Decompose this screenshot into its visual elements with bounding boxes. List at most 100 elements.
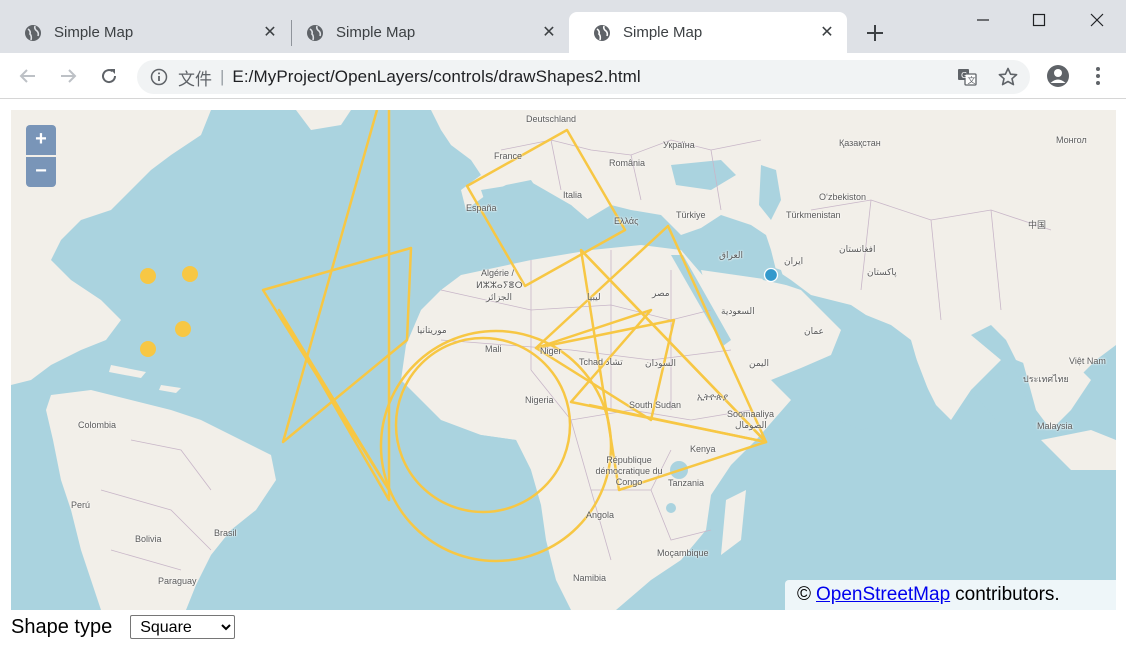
- maximize-icon: [1032, 13, 1046, 27]
- map-label: Angola: [586, 510, 615, 520]
- minimize-button[interactable]: [960, 6, 1006, 34]
- map-label: România: [609, 158, 646, 168]
- map-viewport[interactable]: Deutschland Україна Қазақстан Монгол Fra…: [11, 110, 1116, 610]
- url-scheme-label: 文件: [178, 69, 212, 89]
- map-label: Paraguay: [158, 576, 197, 586]
- map-label: الجزائر: [486, 292, 512, 302]
- forward-button[interactable]: [55, 63, 81, 89]
- map-label: افغانستان: [839, 244, 876, 254]
- info-icon[interactable]: [150, 68, 168, 86]
- map-label: Türkmenistan: [786, 210, 841, 220]
- zoom-in-button[interactable]: +: [26, 125, 56, 155]
- browser-toolbar: 文件 | E:/MyProject/OpenLayers/controls/dr…: [0, 53, 1126, 99]
- map-label: Tanzania: [668, 478, 705, 488]
- map-label: Nigeria: [525, 395, 554, 405]
- map-label: France: [494, 151, 523, 161]
- map-label: Moçambique: [657, 548, 709, 558]
- map-label: ኢትዮጵያ: [697, 392, 729, 402]
- map-label: الصومال: [735, 420, 767, 430]
- map-label: Malaysia: [1037, 421, 1073, 431]
- map-label: Niger: [540, 346, 562, 356]
- map-label: Монгол: [1056, 135, 1087, 145]
- translate-icon[interactable]: G文: [957, 67, 977, 87]
- map-label: O‘zbekiston: [819, 192, 867, 202]
- map-label: ประเทศไทย: [1023, 374, 1069, 384]
- arrow-left-icon: [19, 69, 35, 83]
- tab-title: Simple Map: [623, 24, 703, 41]
- browser-tab[interactable]: Simple Map ✕: [282, 12, 569, 53]
- star-icon[interactable]: [997, 66, 1019, 88]
- map-label: ليبيا: [587, 292, 601, 302]
- shape-type-select[interactable]: Square: [130, 615, 236, 639]
- map-label: العراق: [719, 250, 744, 260]
- arrow-right-icon: [61, 69, 77, 83]
- close-icon: [1090, 13, 1104, 27]
- map-label: السعودية: [721, 306, 755, 316]
- svg-text:G: G: [961, 71, 967, 80]
- profile-avatar-icon[interactable]: [1046, 64, 1070, 88]
- tab-strip: Simple Map ✕ Simple Map ✕ Simple Map ✕: [0, 0, 1126, 53]
- map-label: Algérie /: [481, 268, 515, 278]
- minimize-icon: [977, 19, 989, 21]
- map-label: Colombia: [78, 420, 117, 430]
- zoom-out-button[interactable]: −: [26, 157, 56, 187]
- address-bar[interactable]: 文件 | E:/MyProject/OpenLayers/controls/dr…: [137, 60, 1030, 94]
- map-label: Україна: [663, 140, 695, 150]
- browser-tab[interactable]: Simple Map ✕: [0, 12, 290, 53]
- tab-title: Simple Map: [54, 24, 134, 41]
- map-label: عمان: [804, 326, 824, 336]
- attribution-suffix: contributors.: [955, 584, 1060, 605]
- map-label: موريتانيا: [417, 325, 447, 335]
- back-button[interactable]: [15, 63, 41, 89]
- map-label: ایران: [784, 256, 804, 266]
- new-tab-button[interactable]: [862, 20, 888, 46]
- map-label: Việt Nam: [1069, 356, 1106, 366]
- map-label: ⵍⵣⵣⴰⵢⴻⵔ: [476, 280, 523, 290]
- tab-close-icon[interactable]: ✕: [819, 24, 835, 41]
- tab-close-icon[interactable]: ✕: [541, 24, 557, 41]
- shape-type-form: Shape type Square: [11, 612, 236, 642]
- tab-close-icon[interactable]: ✕: [262, 24, 278, 41]
- plus-icon: [867, 25, 883, 41]
- globe-icon: [25, 24, 41, 41]
- location-marker: [763, 267, 779, 283]
- url-separator: |: [220, 67, 225, 86]
- map-label: Deutschland: [526, 114, 577, 124]
- map-label: Türkiye: [676, 210, 706, 220]
- map-label: South Sudan: [629, 400, 682, 410]
- globe-icon: [594, 24, 610, 41]
- maximize-button[interactable]: [1016, 6, 1062, 34]
- map-label: Soomaaliya: [727, 409, 775, 419]
- map-label: السودان: [645, 358, 677, 368]
- map-label: Tchad تشاد: [579, 357, 623, 367]
- shape-type-label: Shape type: [11, 615, 113, 638]
- zoom-control: + −: [26, 125, 56, 189]
- map-label: Mali: [485, 344, 502, 354]
- browser-tab-active[interactable]: Simple Map ✕: [569, 12, 847, 53]
- map-label: 中国: [1028, 220, 1047, 230]
- map-label: Bolivia: [135, 534, 162, 544]
- map-label: اليمن: [749, 358, 770, 368]
- map-label: پاکستان: [867, 267, 897, 277]
- map-label: Қазақстан: [839, 138, 881, 148]
- map-label: République démocratique du Congo: [595, 455, 663, 487]
- tab-title: Simple Map: [336, 24, 416, 41]
- reload-icon: [102, 69, 117, 84]
- map-label: Ελλάς: [614, 216, 639, 226]
- map-label: Kenya: [690, 444, 716, 454]
- openstreetmap-link[interactable]: OpenStreetMap: [816, 584, 950, 606]
- map-attribution: © OpenStreetMap contributors.: [785, 580, 1116, 610]
- url-text[interactable]: E:/MyProject/OpenLayers/controls/drawSha…: [232, 67, 640, 87]
- svg-text:文: 文: [968, 75, 976, 85]
- map-label: Perú: [71, 500, 91, 510]
- more-menu-icon[interactable]: [1088, 64, 1108, 88]
- reload-button[interactable]: [96, 63, 122, 89]
- map-label: Namibia: [573, 573, 607, 583]
- attribution-copyright: ©: [797, 584, 811, 605]
- map-label: Brasil: [214, 528, 237, 538]
- map-label: Italia: [563, 190, 583, 200]
- window-close-button[interactable]: [1074, 6, 1120, 34]
- map-label: España: [466, 203, 497, 213]
- basemap: [11, 110, 1116, 610]
- map-label: مصر: [652, 288, 670, 298]
